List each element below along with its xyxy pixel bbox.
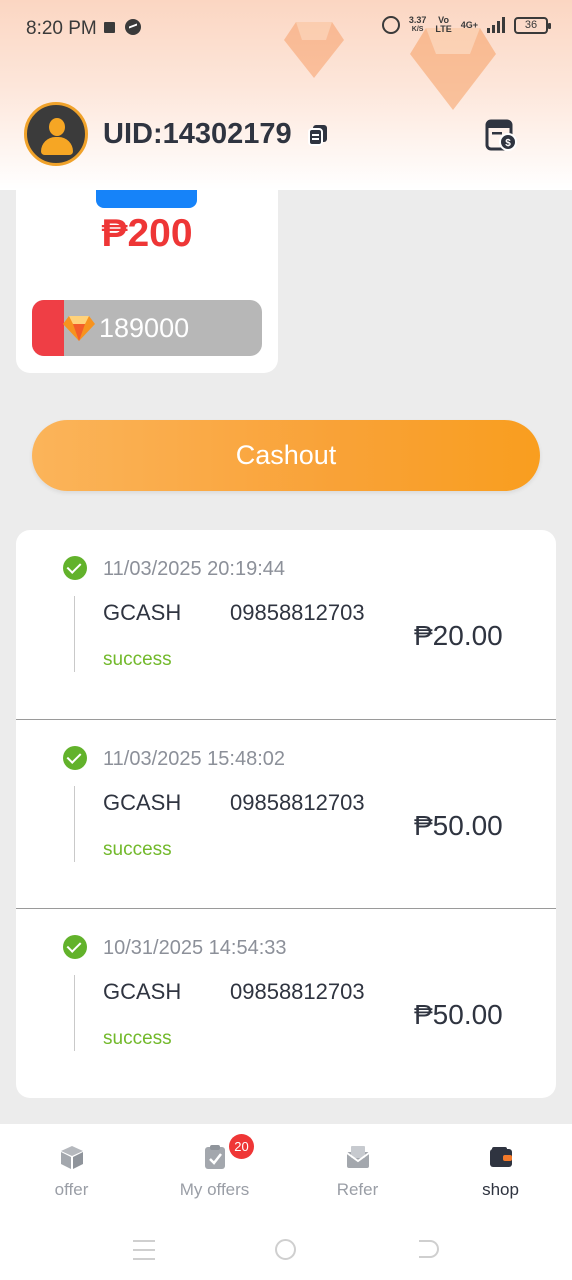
back-icon[interactable] — [419, 1240, 439, 1258]
recent-apps-icon[interactable] — [133, 1240, 155, 1260]
progress-fill — [32, 300, 65, 356]
messenger-icon — [125, 19, 141, 35]
nav-item-refer[interactable]: Refer — [286, 1124, 429, 1224]
clipboard-check-icon — [205, 1145, 225, 1169]
home-icon[interactable] — [275, 1239, 296, 1260]
header: 8:20 PM 3.37 K/S Vo LTE 4G+ 36 UID:14302… — [0, 0, 572, 190]
record-status: success — [103, 1028, 172, 1049]
check-circle-icon — [63, 746, 87, 770]
status-time: 8:20 PM — [26, 18, 97, 39]
wallet-icon — [490, 1147, 512, 1167]
svg-text:$: $ — [505, 138, 511, 149]
cashout-button[interactable]: Cashout — [32, 420, 540, 491]
list-item: 10/31/2025 14:54:33 GCASH 09858812703 su… — [16, 908, 556, 1098]
box-icon — [61, 1146, 83, 1169]
points-progress-bar: 189000 — [32, 300, 262, 356]
signal-icon — [487, 17, 505, 33]
reward-amount: ₱200 — [101, 212, 193, 255]
record-datetime: 11/03/2025 15:48:02 — [103, 748, 286, 770]
user-id: UID:14302179 — [103, 118, 292, 150]
points-value: 189000 — [99, 313, 190, 343]
nav-label: My offers — [179, 1180, 250, 1199]
wallet-icon[interactable]: $ — [484, 118, 518, 152]
record-amount: ₱50.00 — [414, 810, 503, 841]
record-account: 09858812703 — [230, 790, 365, 815]
copy-icon[interactable] — [306, 123, 330, 147]
record-status: success — [103, 649, 172, 670]
record-method: GCASH — [103, 979, 182, 1004]
nav-item-shop[interactable]: shop — [429, 1124, 572, 1224]
nav-item-my-offers[interactable]: 20 My offers — [143, 1124, 286, 1224]
envelope-icon — [346, 1146, 370, 1168]
avatar[interactable] — [24, 102, 88, 166]
battery-icon: 36 — [514, 16, 551, 34]
list-item: 11/03/2025 20:19:44 GCASH 09858812703 su… — [16, 530, 556, 720]
network-type: 4G+ — [460, 19, 478, 30]
status-bar: 8:20 PM 3.37 K/S Vo LTE 4G+ 36 — [0, 0, 572, 56]
nav-label: shop — [482, 1180, 519, 1199]
system-nav-bar — [0, 1224, 572, 1280]
gem-icon — [63, 316, 95, 341]
alarm-icon — [381, 16, 400, 34]
nav-label: Refer — [336, 1180, 379, 1199]
record-status: success — [103, 839, 172, 860]
notification-badge: 20 — [229, 1134, 254, 1159]
record-account: 09858812703 — [230, 979, 365, 1004]
check-circle-icon — [63, 556, 87, 580]
notification-square-icon — [104, 21, 115, 33]
record-account: 09858812703 — [230, 600, 365, 625]
record-amount: ₱50.00 — [414, 999, 503, 1030]
volte-indicator: Vo LTE — [435, 15, 452, 34]
check-circle-icon — [63, 935, 87, 959]
record-method: GCASH — [103, 600, 182, 625]
record-datetime: 10/31/2025 14:54:33 — [103, 937, 287, 959]
record-amount: ₱20.00 — [414, 620, 503, 651]
cashout-history-list: 11/03/2025 20:19:44 GCASH 09858812703 su… — [16, 530, 556, 1098]
record-datetime: 11/03/2025 20:19:44 — [103, 558, 286, 580]
list-item: 11/03/2025 15:48:02 GCASH 09858812703 su… — [16, 719, 556, 909]
card-tab — [96, 190, 197, 208]
bottom-nav: offer 20 My offers Refer shop — [0, 1124, 572, 1224]
net-speed: 3.37 K/S — [408, 15, 427, 34]
nav-label: offer — [54, 1180, 89, 1199]
reward-card[interactable]: ₱200 189000 — [16, 190, 278, 373]
record-method: GCASH — [103, 790, 182, 815]
nav-item-offer[interactable]: offer — [0, 1124, 143, 1224]
